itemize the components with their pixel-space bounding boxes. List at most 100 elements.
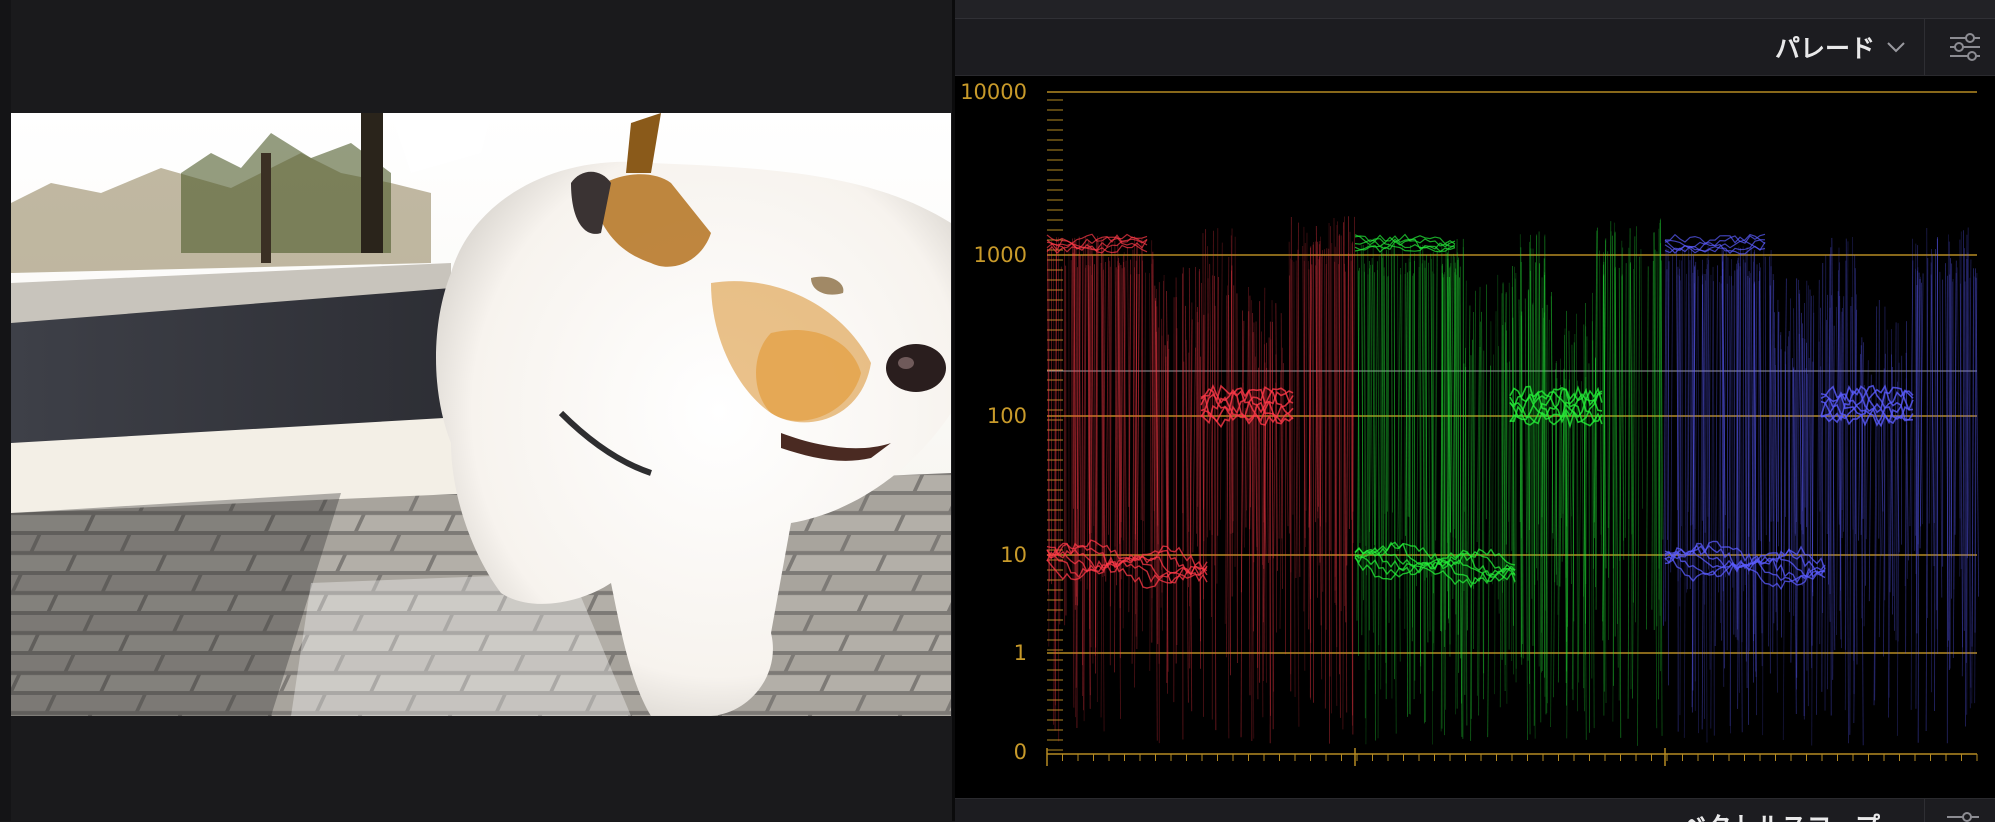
waveform-strand bbox=[1894, 322, 1896, 630]
waveform-strand bbox=[1935, 249, 1936, 711]
bottom-separator bbox=[1924, 799, 1925, 822]
waveform-band bbox=[1355, 235, 1455, 251]
waveform-strand bbox=[1940, 272, 1942, 598]
waveform-strand bbox=[1495, 311, 1496, 694]
waveform-strand bbox=[1652, 261, 1653, 610]
waveform-strand bbox=[1671, 255, 1673, 572]
blue-channel-waveform bbox=[1663, 228, 1978, 746]
waveform-strand bbox=[1713, 281, 1714, 736]
waveform-strand bbox=[1859, 354, 1861, 540]
waveform-strand bbox=[1957, 267, 1960, 518]
red-channel-waveform bbox=[1047, 216, 1355, 743]
waveform-strand bbox=[1286, 406, 1288, 527]
waveform-strand bbox=[1141, 239, 1142, 520]
waveform-strand bbox=[1953, 279, 1954, 589]
waveform-strand bbox=[1711, 267, 1713, 729]
scope-top-strip bbox=[955, 0, 1995, 19]
waveform-strand bbox=[1241, 310, 1243, 737]
waveform-strand bbox=[1887, 330, 1889, 698]
waveform-strand bbox=[1507, 363, 1509, 522]
waveform-strand bbox=[1635, 226, 1636, 622]
waveform-strand bbox=[1819, 342, 1820, 512]
waveform-strand bbox=[1378, 255, 1379, 739]
waveform-strand bbox=[1965, 281, 1966, 726]
waveform-strand bbox=[1609, 231, 1612, 640]
waveform-strand bbox=[1641, 249, 1643, 509]
waveform-strand bbox=[1589, 363, 1590, 732]
waveform-strand bbox=[1955, 273, 1956, 535]
waveform-strand bbox=[1817, 280, 1820, 715]
sliders-icon bbox=[1948, 32, 1982, 62]
waveform-strand bbox=[1482, 312, 1484, 699]
waveform-strand bbox=[1362, 245, 1363, 635]
waveform-strand bbox=[1765, 257, 1766, 535]
header-separator bbox=[1924, 19, 1925, 75]
waveform-strand bbox=[1345, 272, 1346, 713]
waveform-strand bbox=[1827, 320, 1828, 534]
scope-settings-button[interactable] bbox=[1945, 29, 1985, 65]
waveform-strand bbox=[1646, 266, 1648, 629]
waveform-strand bbox=[1121, 268, 1122, 537]
x-axis-ticks bbox=[1047, 748, 1977, 766]
waveform-strand bbox=[1638, 257, 1640, 746]
waveform-strand bbox=[1258, 368, 1259, 668]
waveform-strand bbox=[1375, 261, 1377, 574]
waveform-strand bbox=[1247, 287, 1249, 510]
waveform-strand bbox=[1715, 265, 1717, 646]
green-channel-waveform bbox=[1355, 219, 1663, 746]
waveform-strand bbox=[1492, 355, 1493, 585]
waveform-strand bbox=[1375, 272, 1376, 740]
sliders-icon[interactable] bbox=[1943, 805, 1983, 822]
scope-mode-dropdown[interactable]: パレード bbox=[1775, 29, 1907, 65]
waveform-strand bbox=[1763, 246, 1764, 735]
waveform-strand bbox=[1825, 255, 1826, 711]
chevron-down-icon bbox=[1885, 40, 1907, 54]
waveform-strand bbox=[1850, 306, 1851, 735]
waveform-strand bbox=[1353, 217, 1355, 512]
waveform-strand bbox=[1498, 275, 1499, 600]
waveform-strand bbox=[1774, 312, 1775, 623]
waveform-strand bbox=[1805, 368, 1806, 507]
video-frame[interactable] bbox=[11, 113, 951, 716]
waveform-strand bbox=[1576, 314, 1577, 711]
next-scope-label: ベクトルスコープ bbox=[1681, 807, 1880, 822]
waveform-strand bbox=[1937, 239, 1938, 611]
waveform-strand bbox=[1569, 331, 1572, 584]
waveform-strand bbox=[1820, 366, 1821, 644]
waveform-strand bbox=[1243, 383, 1244, 548]
waveform-strand bbox=[1740, 266, 1742, 732]
waveform-strand bbox=[1109, 261, 1110, 535]
waveform-strand bbox=[1608, 251, 1609, 528]
waveform-strand bbox=[1948, 234, 1949, 646]
parade-scope: 10000 1000 100 10 1 0 bbox=[955, 76, 1995, 798]
waveform-strand bbox=[1739, 247, 1740, 693]
waveform-strand bbox=[1349, 216, 1350, 529]
waveform-strand bbox=[1879, 395, 1882, 637]
scope-mode-label: パレード bbox=[1775, 29, 1875, 65]
waveform-strand bbox=[1416, 267, 1419, 586]
waveform-strand bbox=[1193, 348, 1196, 553]
waveform-strand bbox=[1366, 274, 1368, 744]
waveform-strand bbox=[1274, 383, 1276, 559]
waveform-strand bbox=[1347, 253, 1349, 565]
waveform-strand bbox=[1428, 263, 1430, 631]
waveform-strand bbox=[1291, 217, 1292, 691]
waveform-strand bbox=[1866, 360, 1868, 539]
waveform-strand bbox=[1822, 263, 1823, 692]
waveform-strand bbox=[1292, 260, 1293, 515]
waveform-strand bbox=[1144, 273, 1145, 553]
waveform-strand bbox=[1077, 267, 1078, 728]
video-frame-image bbox=[11, 113, 951, 716]
waveform-strand bbox=[1220, 243, 1222, 520]
waveform-strand bbox=[1158, 327, 1159, 526]
scope-header: パレード bbox=[955, 19, 1995, 76]
viewer-edge bbox=[0, 0, 11, 821]
waveform-strand bbox=[1229, 295, 1231, 675]
waveform-strand bbox=[1592, 293, 1594, 728]
waveform-strand bbox=[1306, 233, 1307, 511]
waveform-strand bbox=[1294, 262, 1295, 697]
waveform-strand bbox=[1869, 375, 1871, 602]
waveform-strand bbox=[1911, 239, 1912, 710]
waveform-strand bbox=[1279, 371, 1281, 539]
waveform-strand bbox=[1615, 267, 1618, 668]
